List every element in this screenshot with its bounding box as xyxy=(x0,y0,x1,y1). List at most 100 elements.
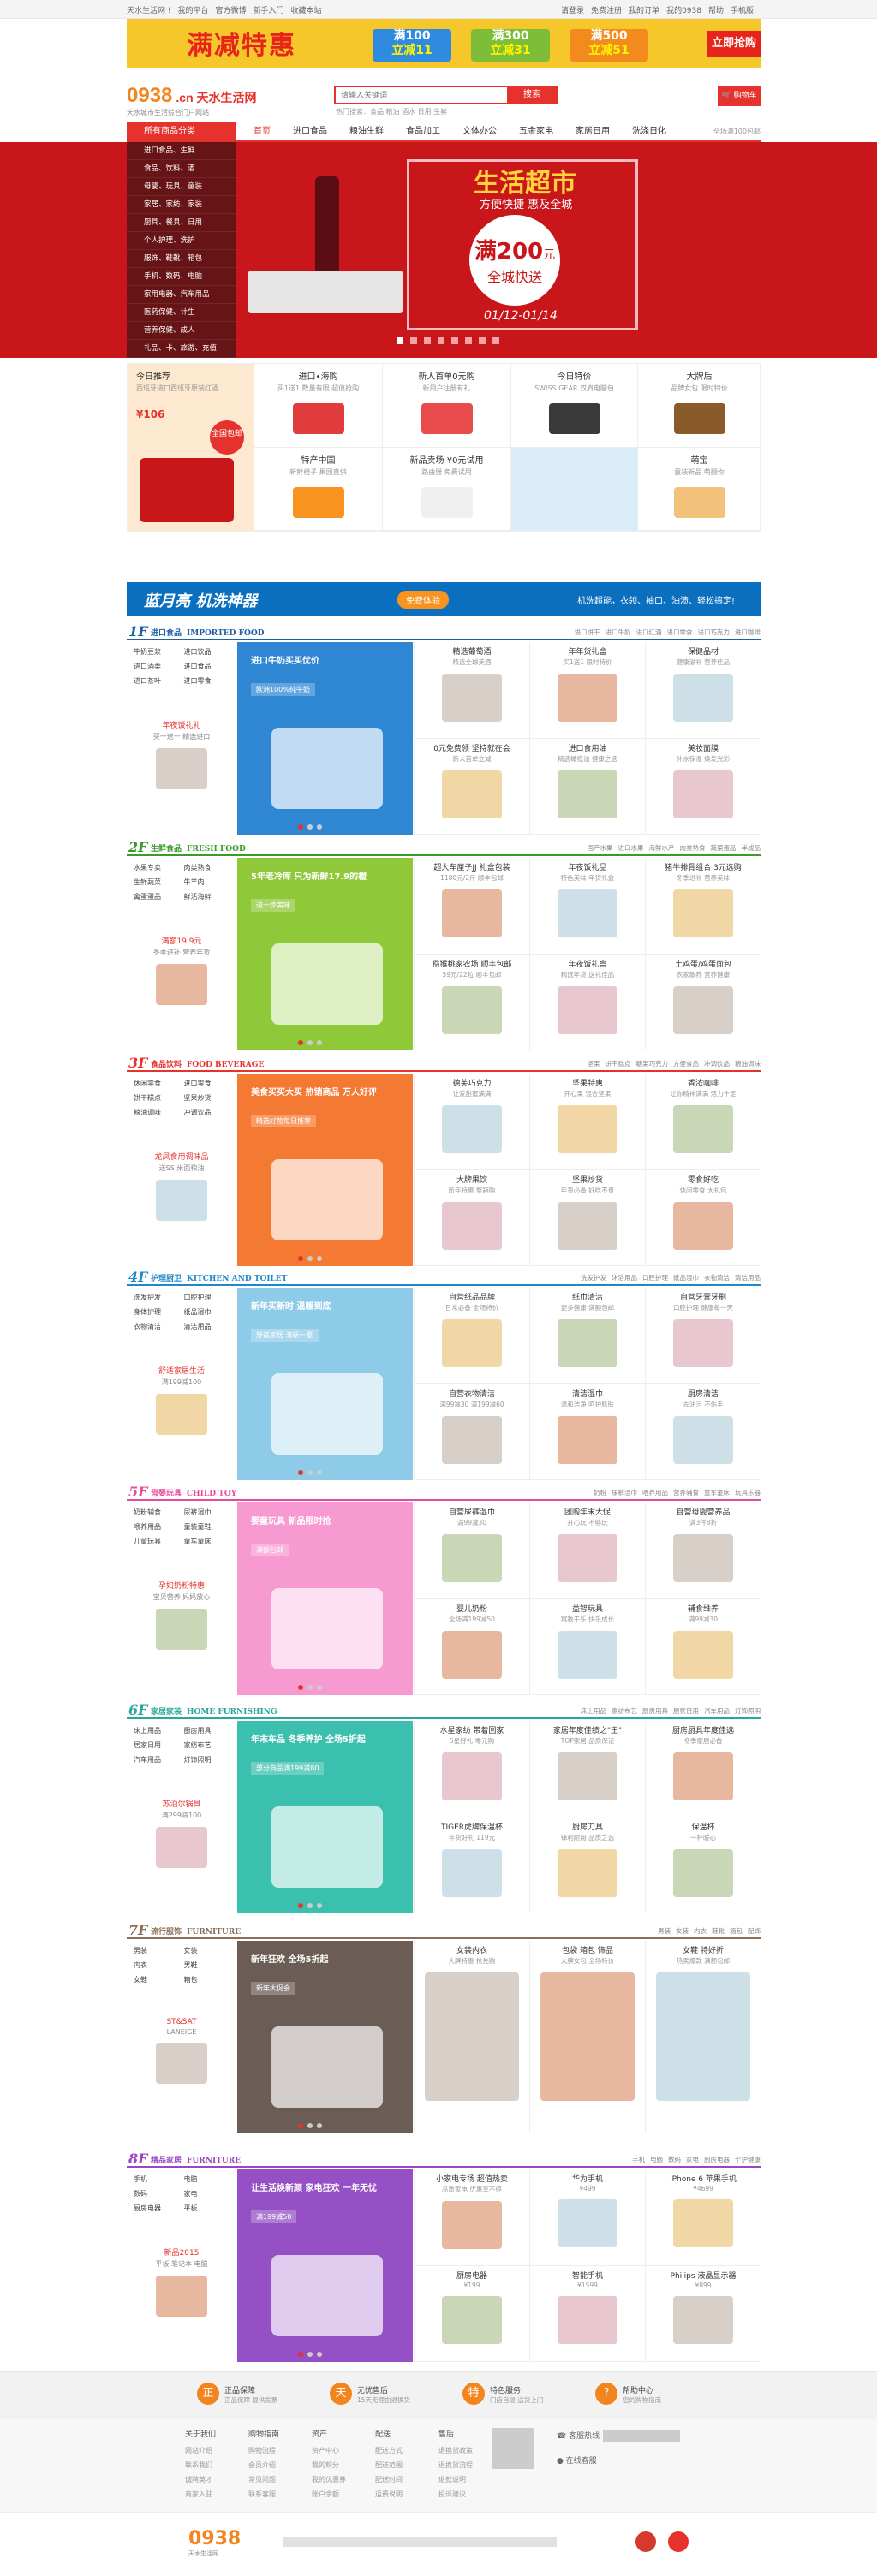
floor-category-link[interactable]: 手机 xyxy=(134,2174,179,2184)
floor-product-cell[interactable]: 智能手机 ¥1599 xyxy=(529,2265,645,2362)
promo-banner[interactable]: 满减特惠 满100 立减11 满300 立减31 满500 立减51 立即抢购 xyxy=(127,19,761,68)
floor-carousel-dot[interactable] xyxy=(298,2123,303,2128)
floor-tag-link[interactable]: 营养辅食 xyxy=(673,1489,699,1496)
floor-carousel-dot[interactable] xyxy=(307,824,313,830)
floor-product-cell[interactable]: 家居年度佳绩之"王" TOP家居 品质保证 xyxy=(529,1721,645,1817)
site-logo[interactable]: 0938 .cn 天水生活网 天水城市生活综合门户网站 xyxy=(127,84,257,117)
carousel-dot[interactable] xyxy=(397,337,403,344)
floor-product-cell[interactable]: 猕猴桃家农场 顺丰包邮 59元/22粒 顺丰包邮 xyxy=(414,954,529,1050)
footer-link[interactable]: 退换货政策 xyxy=(438,2446,498,2455)
floor-product-cell[interactable]: 自营牙膏牙刷 口腔护理 健康每一天 xyxy=(645,1288,761,1384)
floor-category-link[interactable]: 数码 xyxy=(134,2189,179,2198)
floor-carousel-dot[interactable] xyxy=(298,1903,303,1908)
floor-carousel-dot[interactable] xyxy=(298,2352,303,2357)
floor-tag-link[interactable]: 厨房用具 xyxy=(642,1707,668,1715)
floor-category-link[interactable]: 牛奶豆浆 xyxy=(134,647,179,657)
topbar-link[interactable]: 官方微博 xyxy=(216,7,247,15)
floor-carousel-dot[interactable] xyxy=(298,824,303,830)
floor-category-link[interactable]: 女鞋 xyxy=(134,1975,179,1984)
floor-product-cell[interactable]: 自营衣物清洁 满99减30 满199减60 xyxy=(414,1383,529,1480)
floor-product-cell[interactable]: TIGER虎牌保温杯 年货好礼 119元 xyxy=(414,1817,529,1913)
floor-product-cell[interactable]: 厨房清洁 去油污 不伤手 xyxy=(645,1383,761,1480)
floor-tag-link[interactable]: 蔬菜蛋品 xyxy=(711,844,737,852)
floor-tag-link[interactable]: 冲调饮品 xyxy=(704,1060,730,1068)
floor-tag-link[interactable]: 坚果 xyxy=(588,1060,600,1068)
floor-category-link[interactable]: 饼干糕点 xyxy=(134,1093,179,1103)
footer-link[interactable]: 资产中心 xyxy=(312,2446,372,2455)
today-special-panel[interactable] xyxy=(511,448,638,532)
floor-tag-link[interactable]: 进口零食 xyxy=(667,628,693,636)
floor-tag-link[interactable]: 纸品湿巾 xyxy=(673,1274,699,1282)
floor-category-link[interactable]: 箱包 xyxy=(184,1975,230,1984)
floor-category-link[interactable]: 奶粉辅食 xyxy=(134,1508,179,1517)
floor-category-link[interactable]: 男鞋 xyxy=(184,1960,230,1970)
nav-item[interactable]: 食品加工 xyxy=(395,122,451,142)
floor-category-link[interactable]: 家纺布艺 xyxy=(184,1740,230,1750)
floor-tag-link[interactable]: 手机 xyxy=(632,2156,645,2163)
floor-category-link[interactable]: 鲜活海鲜 xyxy=(184,892,230,901)
floor-tag-link[interactable]: 国产水果 xyxy=(588,844,613,852)
floor-product-cell[interactable]: 厨房刀具 锋利耐用 品质之选 xyxy=(529,1817,645,1913)
floor-category-link[interactable]: 电脑 xyxy=(184,2174,230,2184)
carousel-dot[interactable] xyxy=(465,337,472,344)
side-menu-item[interactable]: 厨具、餐具、日用 xyxy=(127,214,236,232)
floor-product-cell[interactable]: 厨房厨具年度佳选 冬季家居必备 xyxy=(645,1721,761,1817)
floor-category-link[interactable]: 坚果炒货 xyxy=(184,1093,230,1103)
floor-tag-link[interactable]: 数码 xyxy=(668,2156,681,2163)
floor-carousel-dot[interactable] xyxy=(317,2352,322,2357)
promo-grab-button[interactable]: 立即抢购 xyxy=(707,31,761,57)
footer-link[interactable]: 账户余额 xyxy=(312,2490,372,2499)
floor-product-cell[interactable]: 小家电专场 超值热卖 品质家电 优惠享不停 xyxy=(414,2169,529,2266)
side-menu-item[interactable]: 手机、数码、电脑 xyxy=(127,268,236,286)
floor-left-promo[interactable]: 苏泊尔锅具 满299减100 xyxy=(127,1798,236,1868)
floor-product-cell[interactable]: 超大车厘子JJ 礼盒包装 1180元/2斤 顺丰包邮 xyxy=(414,858,529,955)
floor-tag-link[interactable]: 口腔护理 xyxy=(642,1274,668,1282)
floor-product-cell[interactable]: 水星家纺 带着回家 5星好礼 零元购 xyxy=(414,1721,529,1817)
floor-product-cell[interactable]: 香浓咖啡 让你精神满满 活力十足 xyxy=(645,1074,761,1170)
side-menu-item[interactable]: 母婴、玩具、童装 xyxy=(127,178,236,196)
floor-tag-link[interactable]: 进口牛奶 xyxy=(606,628,631,636)
floor-tag-link[interactable]: 箱包 xyxy=(730,1927,743,1935)
floor-product-cell[interactable]: 厨房电器 ¥199 xyxy=(414,2265,529,2362)
floor-tag-link[interactable]: 喂养用品 xyxy=(642,1489,668,1496)
floor-tag-link[interactable]: 奶粉 xyxy=(594,1489,606,1496)
floor-category-link[interactable]: 冲调饮品 xyxy=(184,1108,230,1117)
deal-cell[interactable]: 新品卖场 ¥0元试用 路由器 免费试用 xyxy=(383,448,511,532)
topbar-link[interactable]: 我的平台 xyxy=(177,7,208,15)
floor-tag-link[interactable]: 灯饰照明 xyxy=(735,1707,761,1715)
deal-cell[interactable]: 大牌后 品牌女包 限时特价 xyxy=(638,364,761,448)
floor-tag-link[interactable]: 方便食品 xyxy=(673,1060,699,1068)
floor-product-cell[interactable]: 益智玩具 寓教于乐 快乐成长 xyxy=(529,1598,645,1695)
floor-tag-link[interactable]: 进口饼干 xyxy=(575,628,600,636)
floor-category-link[interactable]: 厨房电器 xyxy=(134,2204,179,2213)
floor-category-link[interactable]: 清洁用品 xyxy=(184,1322,230,1331)
floor-tag-link[interactable]: 配饰 xyxy=(748,1927,761,1935)
floor-product-cell[interactable]: 包袋 箱包 饰品 大牌女包 全场特价 xyxy=(529,1941,645,2133)
floor-tag-link[interactable]: 沐浴用品 xyxy=(612,1274,637,1282)
floor-tag-link[interactable]: 洗发护发 xyxy=(581,1274,606,1282)
floor-carousel-dot[interactable] xyxy=(298,1470,303,1475)
floor-tag-link[interactable]: 半成品 xyxy=(742,844,761,852)
online-service-link[interactable]: 在线客服 xyxy=(566,2457,597,2466)
nav-item[interactable]: 五金家电 xyxy=(508,122,564,142)
nav-item[interactable]: 文体办公 xyxy=(451,122,508,142)
floor-tag-link[interactable]: 清洁用品 xyxy=(735,1274,761,1282)
topbar-link[interactable]: 收藏本站 xyxy=(291,7,322,15)
floor-product-cell[interactable]: 清洁湿巾 温和洁净 呵护肌肤 xyxy=(529,1383,645,1480)
floor-category-link[interactable]: 平板 xyxy=(184,2204,230,2213)
floor-tag-link[interactable]: 居家日用 xyxy=(673,1707,699,1715)
floor-left-promo[interactable]: ST&SAT LANEIGE xyxy=(127,2018,236,2084)
floor-tag-link[interactable]: 尿裤湿巾 xyxy=(612,1489,637,1496)
floor-main-banner[interactable]: 进口牛奶买买优价 欧洲100%纯牛奶 xyxy=(237,642,413,835)
floor-tag-link[interactable]: 进口水果 xyxy=(618,844,644,852)
floor-tag-link[interactable]: 汽车用品 xyxy=(704,1707,730,1715)
floor-product-cell[interactable]: 坚果炒货 年货必备 好吃不贵 xyxy=(529,1169,645,1266)
footer-link[interactable]: 诚聘英才 xyxy=(185,2475,245,2484)
floor-tag-link[interactable]: 内衣 xyxy=(694,1927,707,1935)
floor-category-link[interactable]: 进口零食 xyxy=(184,1079,230,1088)
floor-category-link[interactable]: 禽蛋蛋品 xyxy=(134,892,179,901)
floor-product-cell[interactable]: 保健品材 健康滋补 营养佳品 xyxy=(645,642,761,739)
floor-category-link[interactable]: 水果专卖 xyxy=(134,863,179,872)
footer-link[interactable]: 常见问题 xyxy=(248,2475,308,2484)
floor-product-cell[interactable]: 零食好吃 休闲零食 大礼包 xyxy=(645,1169,761,1266)
